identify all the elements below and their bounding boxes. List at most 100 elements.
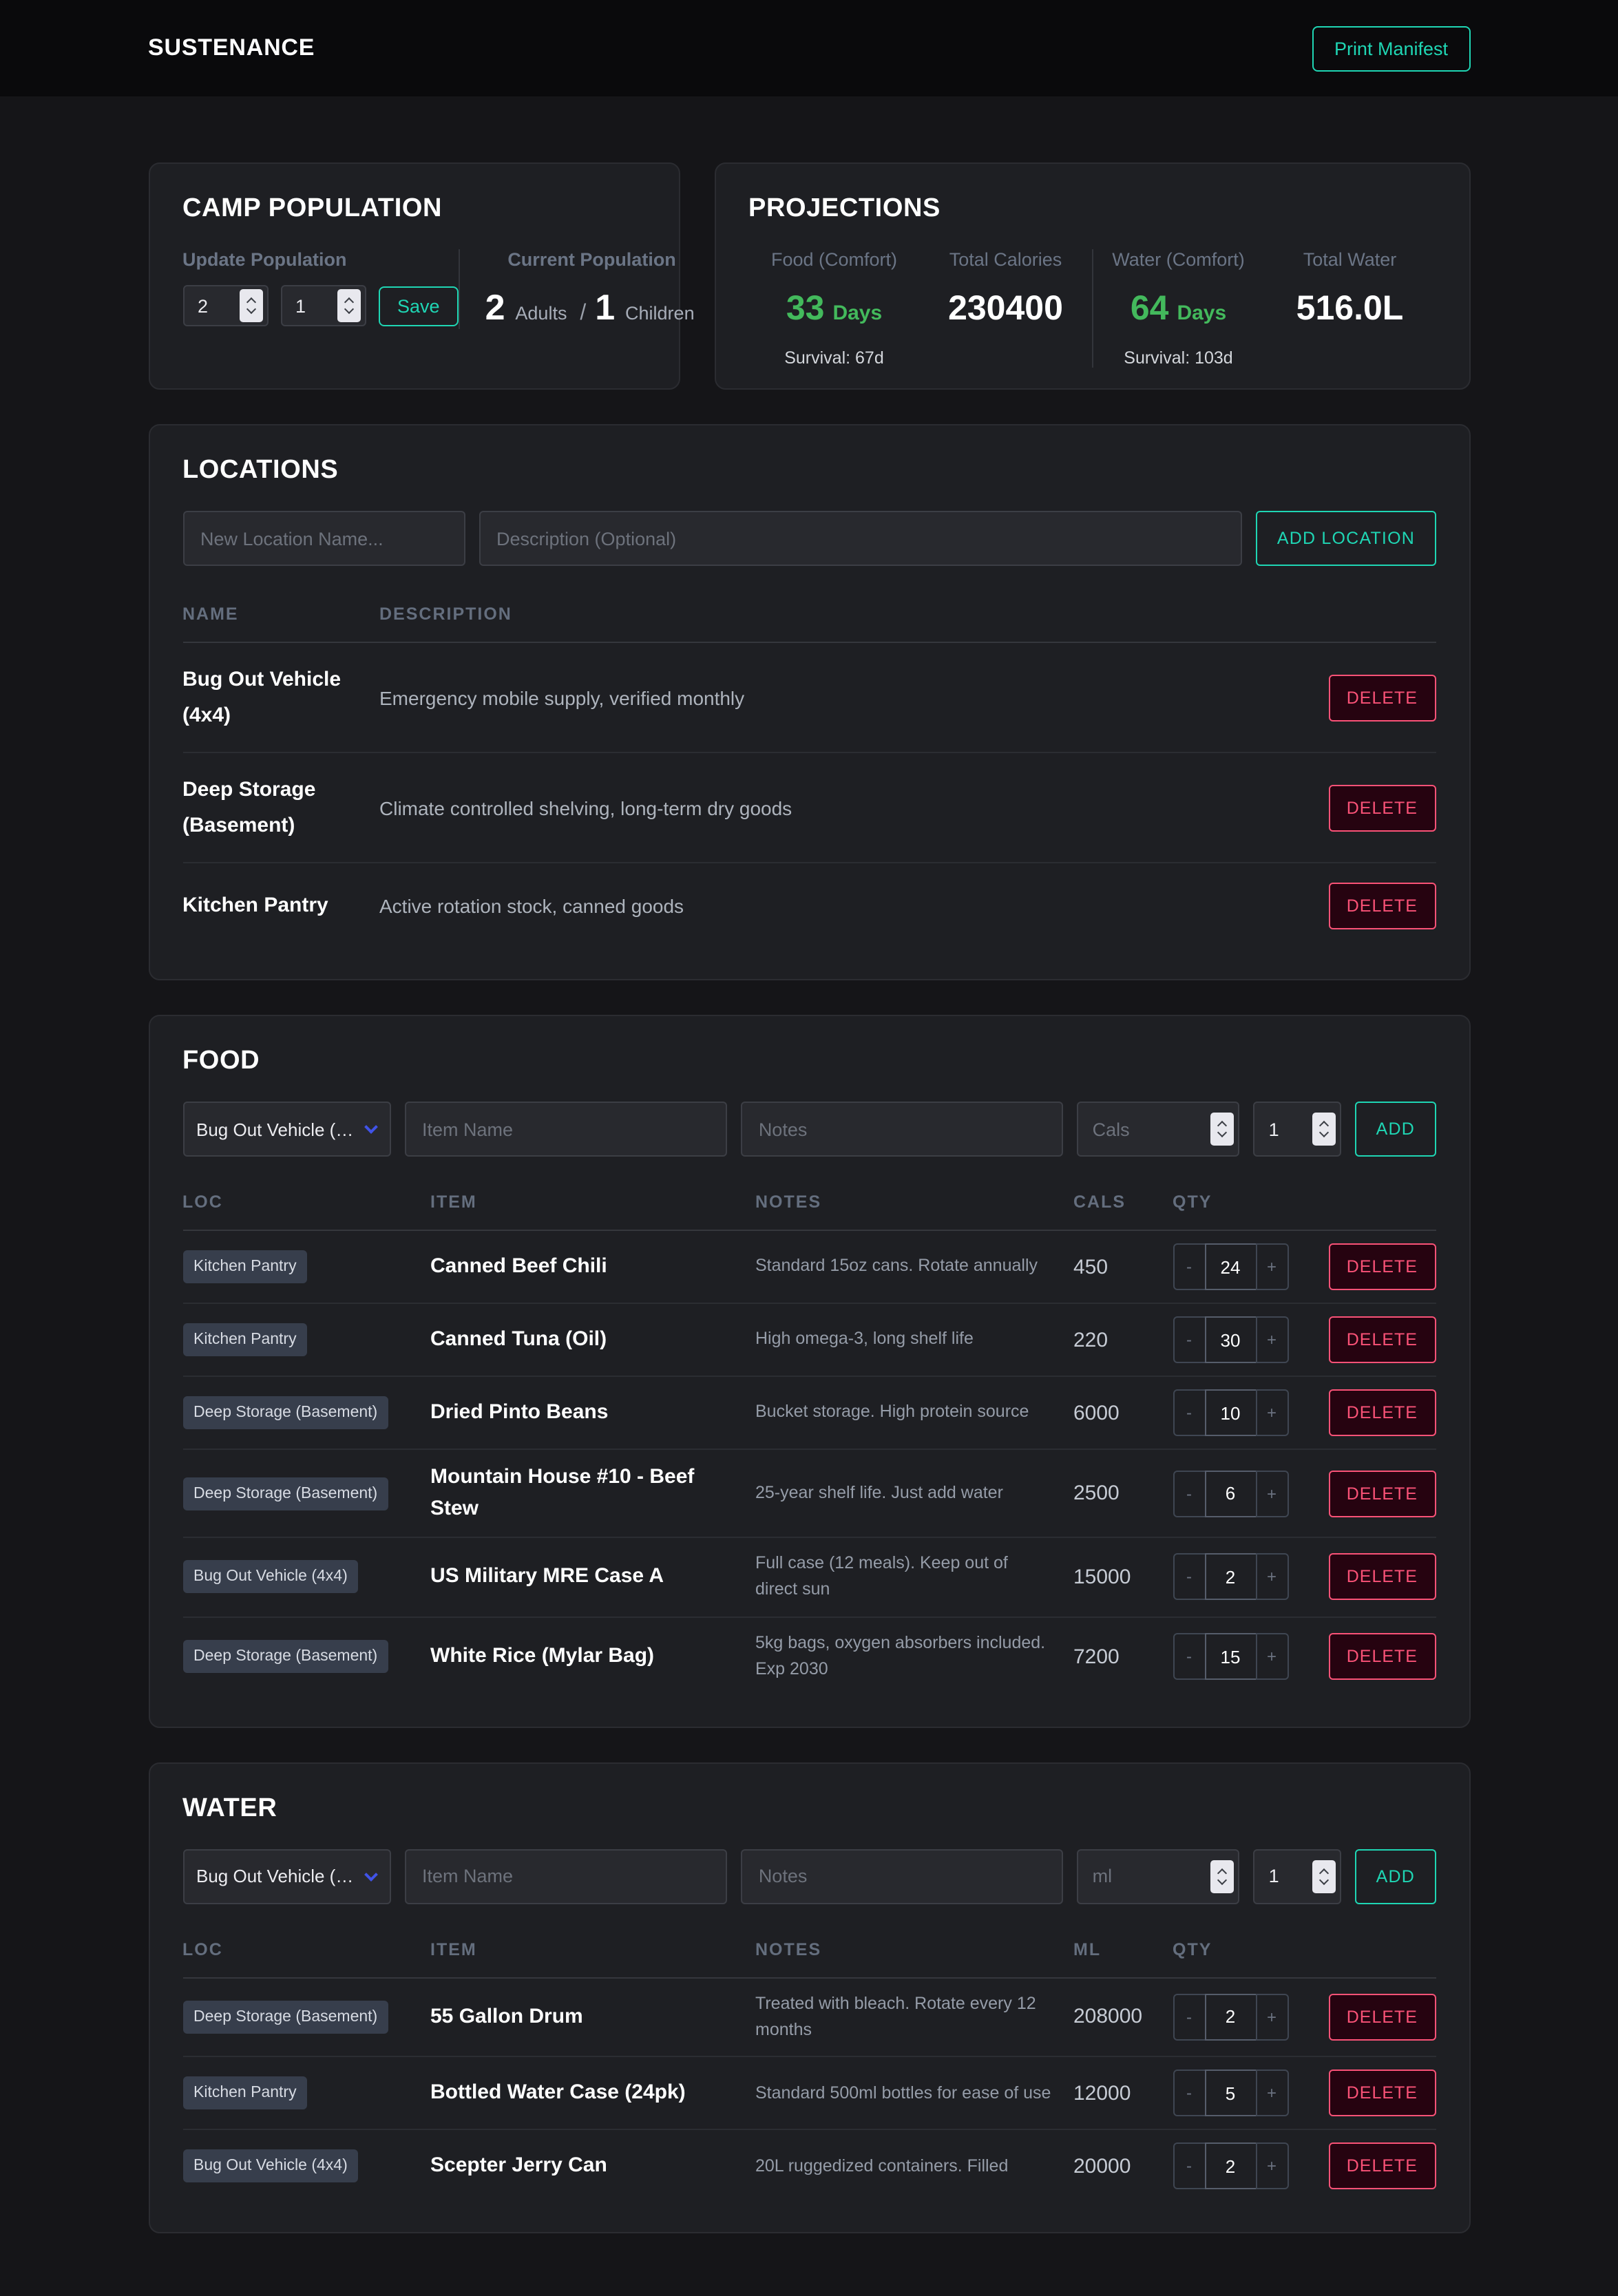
spinner-arrows-icon[interactable] xyxy=(337,289,360,322)
main-content: CAMP POPULATION Update Population xyxy=(148,162,1470,2296)
qty-increment-button[interactable]: + xyxy=(1255,1633,1288,1680)
delete-item-button[interactable]: DELETE xyxy=(1329,1994,1436,2041)
qty-increment-button[interactable]: + xyxy=(1255,1389,1288,1436)
location-badge: Deep Storage (Basement) xyxy=(182,1640,388,1673)
col-qty: QTY xyxy=(1173,1939,1328,1959)
item-cals: 2500 xyxy=(1073,1482,1173,1505)
add-location-button[interactable]: ADD LOCATION xyxy=(1257,511,1436,566)
spinner-arrows-icon[interactable] xyxy=(1211,1860,1234,1893)
quantity-stepper: - 2 + xyxy=(1173,1994,1328,2041)
delete-location-button[interactable]: DELETE xyxy=(1329,674,1436,721)
food-location-select[interactable]: Bug Out Vehicle (4x4) xyxy=(182,1102,390,1157)
qty-decrement-button[interactable]: - xyxy=(1173,2143,1206,2190)
item-name: Mountain House #10 - Beef Stew xyxy=(430,1462,755,1524)
qty-value[interactable]: 2 xyxy=(1204,1994,1257,2041)
location-badge: Bug Out Vehicle (4x4) xyxy=(182,2150,359,2183)
delete-item-button[interactable]: DELETE xyxy=(1329,2070,1436,2117)
qty-decrement-button[interactable]: - xyxy=(1173,1316,1206,1363)
food-notes-input[interactable] xyxy=(741,1102,1064,1157)
item-name: US Military MRE Case A xyxy=(430,1561,755,1592)
item-cals: 6000 xyxy=(1073,1401,1173,1424)
item-name: 55 Gallon Drum xyxy=(430,2001,755,2032)
projection-stat-survival: Survival: 67d xyxy=(748,348,920,368)
delete-location-button[interactable]: DELETE xyxy=(1329,883,1436,929)
children-input[interactable] xyxy=(282,295,337,316)
qty-increment-button[interactable]: + xyxy=(1255,1470,1288,1517)
water-item-input[interactable] xyxy=(404,1849,727,1904)
projection-stat-value: 230400 xyxy=(920,289,1091,329)
food-qty-field xyxy=(1254,1102,1342,1157)
food-add-button[interactable]: ADD xyxy=(1356,1102,1436,1157)
adults-suffix: Adults xyxy=(515,303,567,324)
delete-item-button[interactable]: DELETE xyxy=(1329,2143,1436,2190)
delete-item-button[interactable]: DELETE xyxy=(1329,1554,1436,1601)
qty-decrement-button[interactable]: - xyxy=(1173,1243,1206,1290)
qty-increment-button[interactable]: + xyxy=(1255,2143,1288,2190)
water-location-select[interactable]: Bug Out Vehicle (4x4) xyxy=(182,1849,390,1904)
location-desc-input[interactable] xyxy=(479,511,1243,566)
qty-value[interactable]: 10 xyxy=(1204,1389,1257,1436)
col-description: DESCRIPTION xyxy=(379,604,1312,624)
location-row: Kitchen Pantry Active rotation stock, ca… xyxy=(182,863,1436,949)
camp-population-card: CAMP POPULATION Update Population xyxy=(148,162,680,390)
update-population-label: Update Population xyxy=(182,249,459,270)
projection-stat-label: Water (Comfort) xyxy=(1093,249,1264,270)
qty-decrement-button[interactable]: - xyxy=(1173,2070,1206,2117)
app-header: SUSTENANCE Print Manifest xyxy=(0,0,1618,96)
item-notes: Treated with bleach. Rotate every 12 mon… xyxy=(755,1990,1073,2044)
food-qty-input[interactable] xyxy=(1255,1119,1313,1139)
qty-decrement-button[interactable]: - xyxy=(1173,1554,1206,1601)
qty-decrement-button[interactable]: - xyxy=(1173,1994,1206,2041)
delete-item-button[interactable]: DELETE xyxy=(1329,1316,1436,1363)
qty-increment-button[interactable]: + xyxy=(1255,2070,1288,2117)
food-card: FOOD Bug Out Vehicle (4x4) ADD xyxy=(148,1015,1470,1727)
qty-value[interactable]: 24 xyxy=(1204,1243,1257,1290)
water-row: Deep Storage (Basement) 55 Gallon Drum T… xyxy=(182,1978,1436,2058)
delete-location-button[interactable]: DELETE xyxy=(1329,784,1436,831)
projection-stat-label: Food (Comfort) xyxy=(748,249,920,270)
item-notes: High omega-3, long shelf life xyxy=(755,1327,1073,1354)
water-ml-input[interactable] xyxy=(1079,1866,1211,1886)
qty-value[interactable]: 5 xyxy=(1204,2070,1257,2117)
location-name-input[interactable] xyxy=(182,511,465,566)
col-notes: NOTES xyxy=(755,1192,1073,1212)
adults-input[interactable] xyxy=(184,295,239,316)
app-root: SUSTENANCE Print Manifest CAMP POPULATIO… xyxy=(0,0,1618,2098)
print-manifest-button[interactable]: Print Manifest xyxy=(1312,25,1470,71)
col-item: ITEM xyxy=(430,1192,755,1212)
food-cals-input[interactable] xyxy=(1079,1119,1211,1139)
item-notes: 5kg bags, oxygen absorbers included. Exp… xyxy=(755,1630,1073,1684)
location-name: Kitchen Pantry xyxy=(182,889,379,924)
delete-item-button[interactable]: DELETE xyxy=(1329,1470,1436,1517)
qty-decrement-button[interactable]: - xyxy=(1173,1470,1206,1517)
spinner-arrows-icon[interactable] xyxy=(1313,1860,1336,1893)
qty-increment-button[interactable]: + xyxy=(1255,1994,1288,2041)
chevron-down-icon xyxy=(364,1120,377,1134)
qty-value[interactable]: 2 xyxy=(1204,2143,1257,2190)
food-item-input[interactable] xyxy=(404,1102,727,1157)
quantity-stepper: - 30 + xyxy=(1173,1316,1328,1363)
water-qty-input[interactable] xyxy=(1255,1866,1313,1886)
projections-title: PROJECTIONS xyxy=(748,194,1436,224)
item-cals: 15000 xyxy=(1073,1566,1173,1589)
qty-decrement-button[interactable]: - xyxy=(1173,1633,1206,1680)
qty-increment-button[interactable]: + xyxy=(1255,1554,1288,1601)
delete-item-button[interactable]: DELETE xyxy=(1329,1243,1436,1290)
qty-value[interactable]: 6 xyxy=(1204,1470,1257,1517)
spinner-arrows-icon[interactable] xyxy=(1211,1113,1234,1146)
qty-increment-button[interactable]: + xyxy=(1255,1243,1288,1290)
qty-value[interactable]: 2 xyxy=(1204,1554,1257,1601)
save-population-button[interactable]: Save xyxy=(378,286,459,326)
projection-stat: Food (Comfort) 33Days Survival: 67d xyxy=(748,249,920,368)
spinner-arrows-icon[interactable] xyxy=(239,289,262,322)
qty-value[interactable]: 15 xyxy=(1204,1633,1257,1680)
delete-item-button[interactable]: DELETE xyxy=(1329,1633,1436,1680)
water-add-button[interactable]: ADD xyxy=(1356,1849,1436,1904)
projection-stat-value: 33Days xyxy=(748,289,920,329)
qty-increment-button[interactable]: + xyxy=(1255,1316,1288,1363)
spinner-arrows-icon[interactable] xyxy=(1313,1113,1336,1146)
qty-decrement-button[interactable]: - xyxy=(1173,1389,1206,1436)
water-notes-input[interactable] xyxy=(741,1849,1064,1904)
qty-value[interactable]: 30 xyxy=(1204,1316,1257,1363)
delete-item-button[interactable]: DELETE xyxy=(1329,1389,1436,1436)
